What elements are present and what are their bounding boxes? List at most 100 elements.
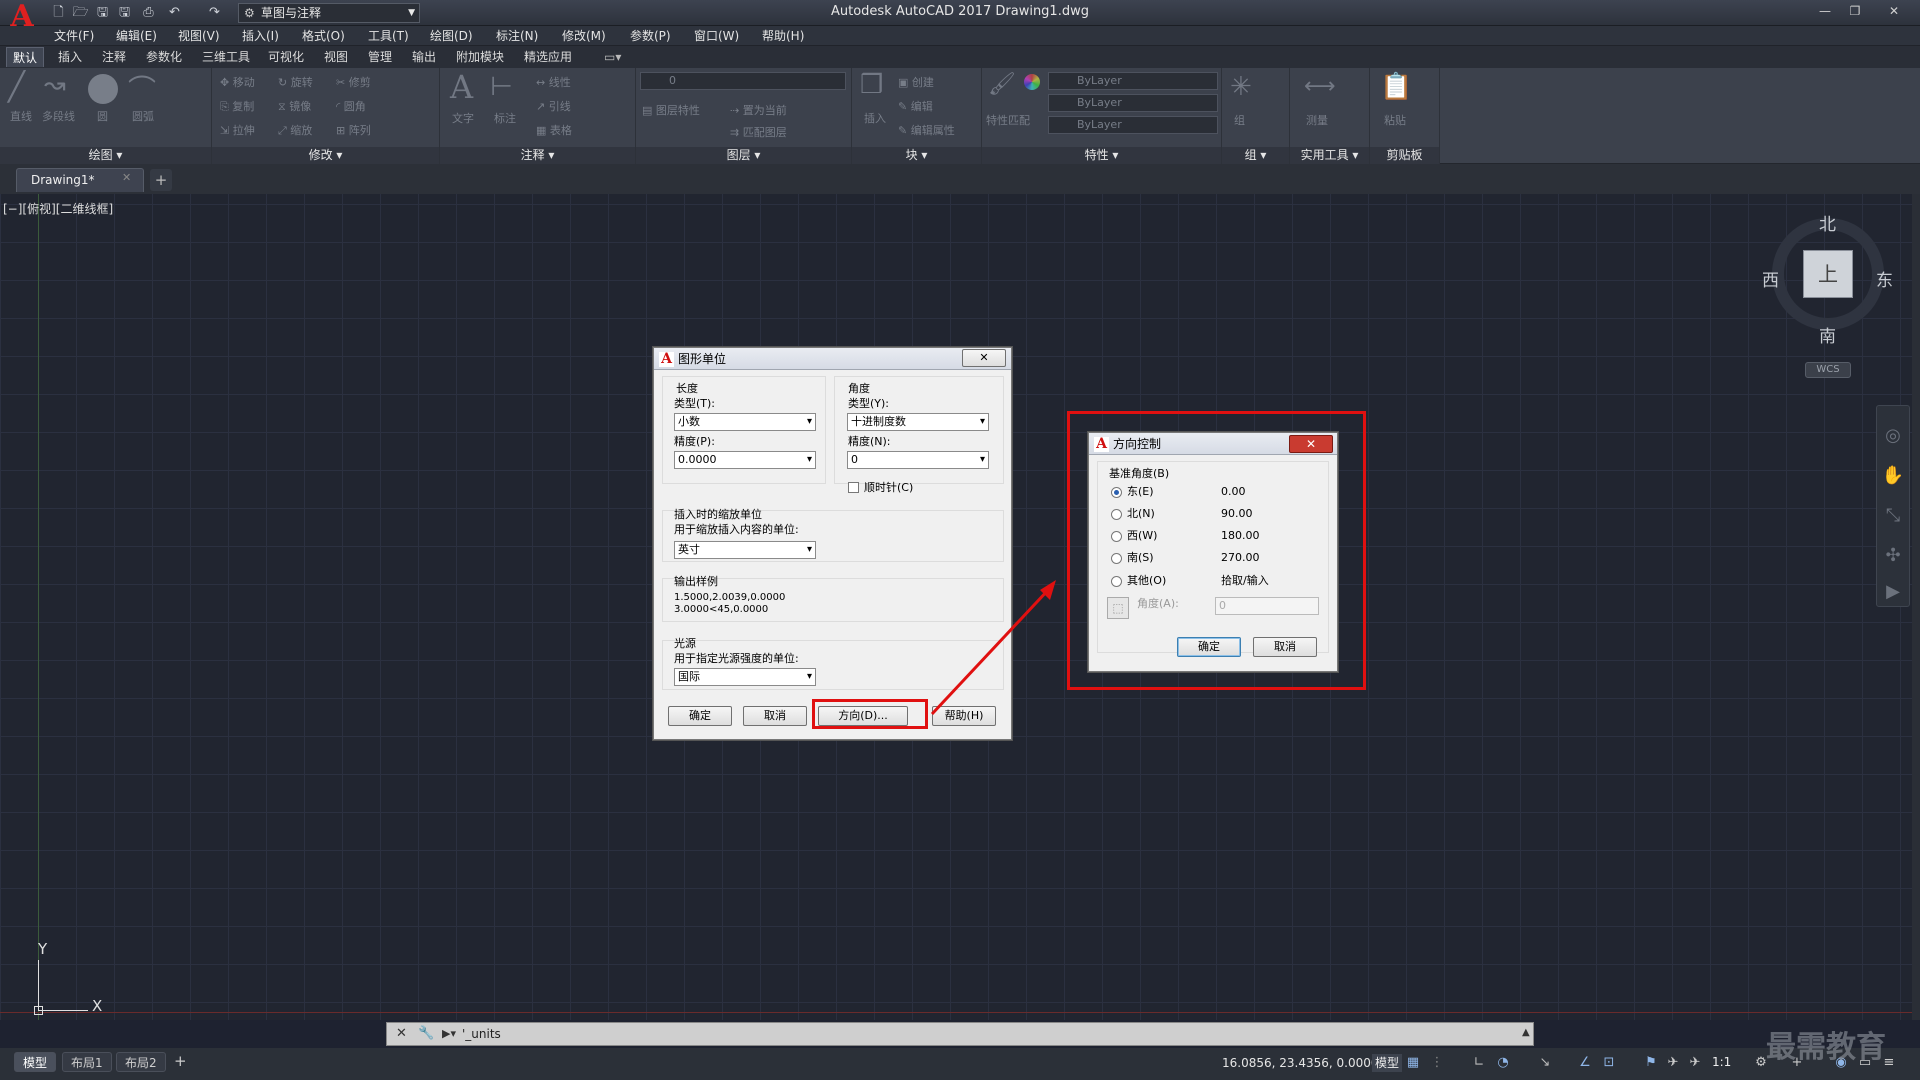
angle-type-select[interactable]: 十进制度数	[847, 413, 989, 431]
menu-help[interactable]: 帮助(H)	[762, 26, 804, 46]
angle-input[interactable]: 0	[1215, 597, 1319, 615]
tab-output[interactable]: 输出	[406, 47, 442, 67]
dimension-icon[interactable]: ⊢	[490, 72, 513, 102]
osnap-tracking-icon[interactable]: ↘	[1536, 1054, 1554, 1072]
polyline-icon[interactable]: ↝	[44, 70, 66, 100]
units-ok-button[interactable]: 确定	[668, 706, 732, 726]
close-tab-icon[interactable]: ✕	[122, 171, 131, 184]
panel-title-layers[interactable]: 图层 ▾	[636, 147, 851, 164]
tab-visualize[interactable]: 可视化	[262, 47, 310, 67]
tab-view[interactable]: 视图	[318, 47, 354, 67]
annot-table[interactable]: ▦ 表格	[536, 122, 572, 138]
showmotion-icon[interactable]: ▶	[1881, 580, 1905, 604]
lineweight-icon[interactable]: ∠	[1576, 1054, 1594, 1072]
radio-north[interactable]	[1111, 509, 1122, 520]
viewport-controls[interactable]: [−][俯视][二维线框]	[3, 200, 113, 217]
paste-icon[interactable]: 📋	[1380, 72, 1412, 102]
lineweight-dropdown[interactable]: ByLayer	[1048, 94, 1218, 112]
close-button[interactable]: ✕	[1872, 1, 1916, 21]
layout-tab-model[interactable]: 模型	[14, 1052, 57, 1072]
tab-default[interactable]: 默认	[6, 47, 45, 67]
annotation-visibility-icon[interactable]: ⚑	[1642, 1054, 1660, 1072]
panel-title-clipboard[interactable]: 剪贴板	[1370, 147, 1439, 164]
panel-title-modify[interactable]: 修改 ▾	[212, 147, 439, 164]
ribbon-toggle-icon[interactable]: ▭▾	[598, 47, 627, 67]
layer-match[interactable]: ⇉ 匹配图层	[730, 124, 787, 140]
snap-icon[interactable]: ⋮	[1428, 1054, 1446, 1072]
panel-title-utilities[interactable]: 实用工具 ▾	[1290, 147, 1369, 164]
command-close-icon[interactable]: ✕	[396, 1026, 407, 1041]
autocad-logo-icon[interactable]: A	[0, 0, 44, 34]
menu-modify[interactable]: 修改(M)	[562, 26, 606, 46]
menu-dimension[interactable]: 标注(N)	[496, 26, 538, 46]
modify-stretch[interactable]: ⇲ 拉伸	[220, 122, 255, 138]
modify-mirror[interactable]: ⧖ 镜像	[278, 98, 311, 114]
modify-array[interactable]: ⊞ 阵列	[336, 122, 371, 138]
panel-title-block[interactable]: 块 ▾	[852, 147, 981, 164]
insert-block-icon[interactable]: ❒	[860, 70, 883, 100]
viewcube-east[interactable]: 东	[1876, 266, 1893, 291]
circle-icon[interactable]	[88, 74, 118, 104]
group-icon[interactable]: ✳	[1230, 72, 1252, 102]
layer-set-current[interactable]: ⇢ 置为当前	[730, 102, 787, 118]
zoom-extents-icon[interactable]: ⤡	[1881, 504, 1905, 528]
tab-addins[interactable]: 附加模块	[450, 47, 510, 67]
match-properties-icon[interactable]: 🖌	[988, 72, 1016, 97]
arc-icon[interactable]: ⌒	[128, 68, 156, 108]
light-unit-select[interactable]: 国际	[674, 668, 816, 686]
modify-fillet[interactable]: ◜ 圆角	[336, 98, 366, 114]
panel-title-annotation[interactable]: 注释 ▾	[440, 147, 635, 164]
block-create[interactable]: ▣ 创建	[898, 74, 934, 90]
menu-draw[interactable]: 绘图(D)	[430, 26, 473, 46]
menu-edit[interactable]: 编辑(E)	[116, 26, 157, 46]
tab-3d-tools[interactable]: 三维工具	[196, 47, 256, 67]
menu-window[interactable]: 窗口(W)	[694, 26, 739, 46]
annotation-scale-value[interactable]: 1:1	[1712, 1055, 1731, 1069]
command-line[interactable]	[386, 1022, 1534, 1046]
grid-icon[interactable]: ▦	[1404, 1054, 1422, 1072]
panel-title-properties[interactable]: 特性 ▾	[982, 147, 1221, 164]
color-wheel-icon[interactable]	[1024, 74, 1040, 90]
viewcube-top-face[interactable]: 上	[1803, 250, 1853, 298]
length-precision-select[interactable]: 0.0000	[674, 451, 816, 469]
direction-cancel-button[interactable]: 取消	[1253, 637, 1317, 657]
angle-precision-select[interactable]: 0	[847, 451, 989, 469]
wcs-menu-button[interactable]: WCS	[1805, 362, 1851, 378]
annot-linear[interactable]: ↔ 线性	[536, 74, 571, 90]
direction-close-button[interactable]: ✕	[1289, 435, 1333, 453]
viewcube-west[interactable]: 西	[1762, 266, 1779, 291]
modify-trim[interactable]: ✂ 修剪	[336, 74, 371, 90]
command-history-icon[interactable]: ▲	[1522, 1027, 1530, 1038]
insert-unit-select[interactable]: 英寸	[674, 541, 816, 559]
menu-parametric[interactable]: 参数(P)	[630, 26, 671, 46]
tab-featured-apps[interactable]: 精选应用	[518, 47, 578, 67]
layer-dropdown[interactable]: 0	[640, 72, 846, 90]
modify-move[interactable]: ✥ 移动	[220, 74, 255, 90]
layer-properties[interactable]: ▤ 图层特性	[642, 102, 700, 118]
osnap-icon[interactable]: ⊡	[1600, 1054, 1618, 1072]
menu-file[interactable]: 文件(F)	[54, 26, 94, 46]
modify-scale[interactable]: ⤢ 缩放	[278, 122, 312, 138]
linetype-dropdown[interactable]: ByLayer	[1048, 116, 1218, 134]
tab-insert[interactable]: 插入	[52, 47, 88, 67]
line-icon[interactable]: ╱	[8, 70, 25, 103]
clockwise-checkbox[interactable]	[848, 482, 859, 493]
model-space-button[interactable]: 模型	[1372, 1054, 1403, 1072]
wrench-icon[interactable]: 🔧	[418, 1026, 434, 1041]
minimize-button[interactable]: —	[1812, 1, 1838, 21]
tab-annotate[interactable]: 注释	[96, 47, 132, 67]
length-type-select[interactable]: 小数	[674, 413, 816, 431]
text-icon[interactable]: A	[450, 68, 473, 106]
color-dropdown[interactable]: ByLayer	[1048, 72, 1218, 90]
menu-format[interactable]: 格式(O)	[302, 26, 345, 46]
tab-parametric[interactable]: 参数化	[140, 47, 188, 67]
panel-title-groups[interactable]: 组 ▾	[1222, 147, 1289, 164]
viewcube-south[interactable]: 南	[1819, 322, 1836, 347]
radio-south[interactable]	[1111, 553, 1122, 564]
polar-icon[interactable]: ◔	[1494, 1054, 1512, 1072]
radio-east[interactable]	[1111, 487, 1122, 498]
ortho-icon[interactable]: ∟	[1470, 1054, 1488, 1072]
units-close-button[interactable]: ✕	[962, 349, 1006, 367]
command-input[interactable]: '_units	[462, 1027, 501, 1041]
modify-copy[interactable]: ⎘ 复制	[220, 98, 254, 114]
